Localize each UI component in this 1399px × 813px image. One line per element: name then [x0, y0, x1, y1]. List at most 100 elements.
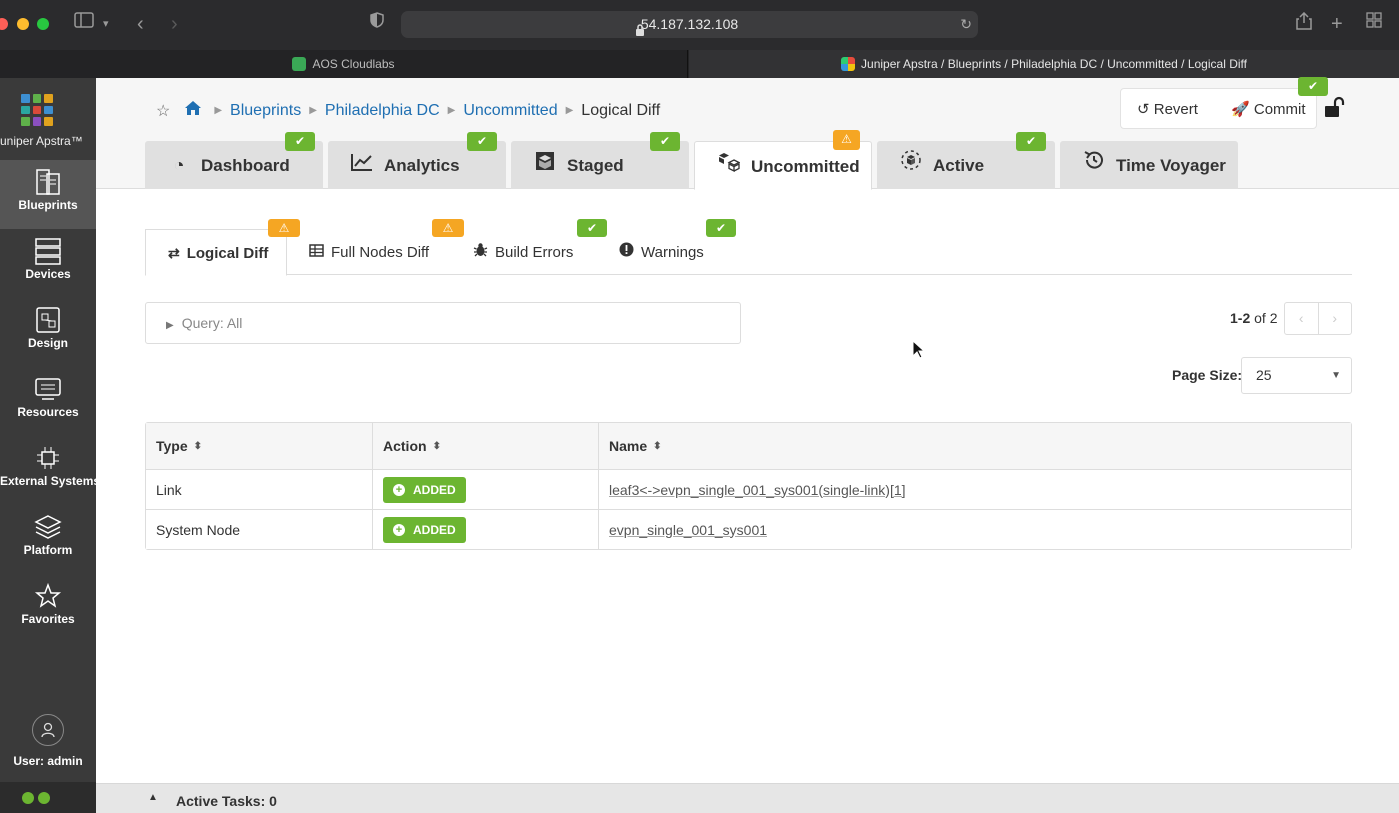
url-text: 54.187.132.108: [640, 16, 739, 32]
page-size-label: Page Size:: [1172, 367, 1243, 383]
close-window-button[interactable]: [0, 18, 8, 30]
nav-item-favorites[interactable]: Favorites: [0, 574, 96, 643]
tab-overview-icon[interactable]: [1366, 12, 1382, 36]
cloudlabs-favicon-icon: [292, 56, 307, 71]
caret-up-icon[interactable]: ▲: [148, 792, 158, 803]
shield-icon[interactable]: [370, 12, 384, 36]
mouse-cursor-icon: [912, 340, 926, 359]
dashboard-icon: ◔: [173, 155, 185, 175]
query-expander[interactable]: ▶ Query: All: [145, 302, 741, 344]
breadcrumb-separator-icon: ▶: [214, 105, 223, 116]
user-avatar-icon: [32, 714, 64, 746]
reload-icon[interactable]: ↻: [960, 11, 972, 38]
platform-icon: [34, 515, 62, 539]
column-header-action[interactable]: Action ⬍: [373, 423, 599, 469]
analytics-icon: [350, 141, 374, 189]
new-tab-icon[interactable]: +: [1331, 12, 1343, 36]
forward-icon[interactable]: ›: [171, 12, 178, 36]
tab-active-status-badge: ✔: [1016, 132, 1046, 151]
subtab-logical-diff-warning-badge: ⚠: [268, 219, 300, 237]
breadcrumb-uncommitted[interactable]: Uncommitted: [463, 102, 557, 120]
browser-tab-apstra[interactable]: Juniper Apstra / Blueprints / Philadelph…: [689, 50, 1399, 78]
exclamation-circle-icon: [619, 229, 634, 275]
added-badge: + ADDED: [383, 476, 466, 503]
tab-staged-status-badge: ✔: [650, 132, 680, 151]
favorite-star-icon[interactable]: ☆: [156, 101, 170, 121]
table-header-row: Type ⬍ Action ⬍ Name ⬍: [146, 423, 1351, 469]
home-icon[interactable]: [184, 100, 202, 121]
row-name-link[interactable]: evpn_single_001_sys001: [609, 522, 767, 538]
browser-tab-cloudlabs[interactable]: AOS Cloudlabs: [0, 50, 688, 78]
caret-right-icon: ▶: [166, 320, 174, 331]
breadcrumb-philadelphia-dc[interactable]: Philadelphia DC: [325, 102, 440, 120]
sort-icon[interactable]: ⬍: [194, 441, 202, 452]
column-header-name[interactable]: Name ⬍: [599, 423, 1351, 469]
pagination-summary: 1-2 of 2: [1230, 310, 1278, 326]
subtab-build-errors-status-badge: ✔: [577, 219, 607, 237]
row-name-link[interactable]: leaf3<->evpn_single_001_sys001(single-li…: [609, 482, 906, 498]
breadcrumb-current: Logical Diff: [581, 101, 661, 119]
breadcrumb-separator-icon: ▶: [309, 105, 317, 116]
subtab-full-nodes-diff[interactable]: Full Nodes Diff: [309, 229, 429, 275]
column-header-type[interactable]: Type ⬍: [146, 423, 373, 469]
tab-dashboard-status-badge: ✔: [285, 132, 315, 151]
row-name: evpn_single_001_sys001: [599, 510, 1351, 549]
nav-item-resources[interactable]: Resources: [0, 367, 96, 436]
added-badge: + ADDED: [383, 516, 466, 543]
user-menu[interactable]: User: admin: [0, 714, 96, 768]
lock-icon: [635, 18, 645, 45]
revert-icon: ↺: [1137, 101, 1150, 118]
address-bar[interactable]: 54.187.132.108 ↻: [401, 11, 978, 38]
minimize-window-button[interactable]: [17, 18, 29, 30]
nav-item-platform[interactable]: Platform: [0, 505, 96, 574]
history-icon: [1082, 141, 1106, 189]
sort-icon[interactable]: ⬍: [433, 441, 441, 452]
plus-circle-icon: +: [393, 523, 405, 536]
subtab-build-errors[interactable]: Build Errors: [473, 229, 573, 275]
uncommitted-icon: [717, 142, 741, 190]
nav-item-external-systems[interactable]: External Systems: [0, 436, 100, 505]
back-icon[interactable]: ‹: [137, 12, 144, 36]
subtab-warnings-status-badge: ✔: [706, 219, 736, 237]
row-type: Link: [146, 470, 373, 509]
unlock-icon[interactable]: [1324, 96, 1346, 124]
row-name: leaf3<->evpn_single_001_sys001(single-li…: [599, 470, 1351, 509]
staged-icon: [533, 141, 557, 189]
logical-diff-table: Type ⬍ Action ⬍ Name ⬍ Link + ADDED leaf3<->…: [145, 422, 1352, 550]
nav-item-devices[interactable]: Devices: [0, 229, 96, 298]
rocket-icon: 🚀: [1231, 101, 1250, 118]
tab-time-voyager[interactable]: Time Voyager: [1060, 141, 1238, 189]
next-page-icon[interactable]: ›: [1317, 303, 1352, 334]
system-status: [0, 782, 96, 813]
chevron-down-icon[interactable]: ▾: [103, 12, 109, 36]
table-row: System Node + ADDED evpn_single_001_sys00…: [146, 509, 1351, 549]
share-icon[interactable]: [1296, 11, 1312, 38]
pagination-controls: ‹ ›: [1284, 302, 1352, 335]
sidebar-toggle-icon[interactable]: [74, 12, 94, 36]
commit-button[interactable]: 🚀 Commit: [1231, 100, 1306, 118]
blueprints-icon: [36, 169, 60, 195]
zoom-window-button[interactable]: [37, 18, 49, 30]
revert-button[interactable]: ↺ Revert: [1137, 100, 1198, 118]
subtab-logical-diff[interactable]: ⇄ Logical Diff: [145, 229, 287, 276]
tab-analytics-status-badge: ✔: [467, 132, 497, 151]
subtab-warnings[interactable]: Warnings: [619, 229, 704, 275]
user-label: User: admin: [13, 754, 83, 768]
apstra-logo[interactable]: Juniper Apstra™: [0, 78, 96, 160]
sort-icon[interactable]: ⬍: [653, 441, 661, 452]
apstra-logo-icon: [21, 94, 53, 126]
apstra-favicon-icon: [841, 56, 856, 71]
design-icon: [36, 307, 60, 333]
nav-item-blueprints[interactable]: Blueprints: [0, 160, 96, 229]
devices-icon: [35, 238, 61, 265]
diff-subtabs: ⇄ Logical Diff Full Nodes Diff Build Erro…: [145, 229, 1352, 276]
breadcrumb-separator-icon: ▶: [447, 105, 456, 116]
active-tasks-bar[interactable]: ▲ Active Tasks: 0: [96, 783, 1399, 813]
nav-item-design[interactable]: Design: [0, 298, 96, 367]
external-systems-icon: [37, 447, 59, 469]
page-size-select[interactable]: 25 ▼: [1241, 357, 1352, 394]
row-action: + ADDED: [373, 510, 599, 549]
previous-page-icon[interactable]: ‹: [1285, 303, 1318, 334]
breadcrumb-blueprints[interactable]: Blueprints: [230, 102, 301, 120]
caret-down-icon: ▼: [1331, 370, 1341, 381]
